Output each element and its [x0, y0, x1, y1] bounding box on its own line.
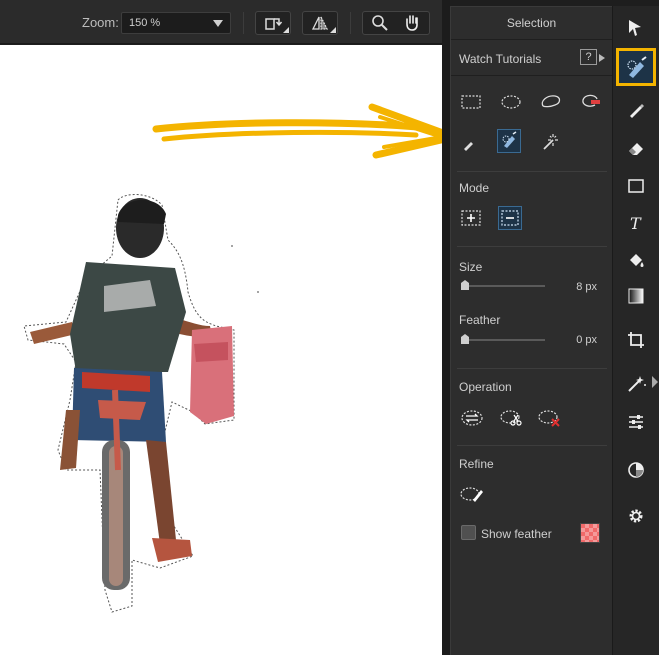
section-divider: [457, 246, 607, 247]
toolbar-divider: [350, 12, 351, 34]
smart-brush-icon: [502, 131, 517, 148]
zoom-value: 150 %: [129, 17, 161, 29]
section-divider: [457, 368, 607, 369]
rotate-button[interactable]: [255, 11, 291, 35]
selection-tools: [451, 87, 613, 177]
feather-value: 0 px: [576, 334, 597, 346]
tool-eraser[interactable]: [619, 134, 653, 162]
tool-color[interactable]: [619, 456, 653, 484]
watch-tutorials-label: Watch Tutorials: [459, 52, 542, 66]
expand-panel-arrow-icon[interactable]: [652, 376, 658, 388]
smart-brush-selected[interactable]: [497, 129, 521, 153]
tool-strip: T: [612, 6, 659, 655]
zoom-label: Zoom:: [82, 15, 119, 30]
adjust-icon: [629, 415, 643, 429]
selection-panel: Selection Watch Tutorials ? Mode Size 8 …: [450, 6, 612, 655]
feather-color-swatch[interactable]: [580, 523, 600, 543]
panel-title: Selection: [451, 7, 612, 40]
chevron-down-icon: [213, 20, 223, 27]
tool-magic[interactable]: [619, 370, 653, 398]
color-icon: [628, 462, 644, 478]
tool-pointer[interactable]: [619, 14, 653, 42]
size-value: 8 px: [576, 281, 597, 293]
rectangle-select-icon[interactable]: [461, 94, 481, 110]
rotate-icon: [265, 18, 282, 30]
flip-icon: [311, 16, 329, 30]
eraser-icon: [629, 143, 643, 155]
zoom-select[interactable]: 150 %: [121, 12, 231, 34]
size-slider[interactable]: [463, 285, 545, 287]
mode-label: Mode: [459, 181, 490, 195]
pan-hand-icon[interactable]: [403, 14, 421, 32]
operation-label: Operation: [459, 380, 512, 394]
tool-crop[interactable]: [619, 326, 653, 354]
text-icon: T: [630, 214, 642, 232]
pen-select-icon[interactable]: [461, 136, 477, 152]
photo-editor-window: Zoom: 150 % Selection Watch Tutorials ? …: [0, 0, 659, 655]
pointer-icon: [629, 20, 641, 36]
gradient-icon: [628, 288, 644, 304]
smart-brush-icon: [627, 56, 647, 78]
zoom-tool-icon[interactable]: [371, 15, 389, 31]
lasso-icon[interactable]: [539, 93, 563, 111]
tool-text[interactable]: T: [619, 209, 653, 237]
section-divider: [457, 445, 607, 446]
tool-rectangle[interactable]: [619, 172, 653, 200]
play-arrow-icon: [599, 54, 605, 62]
subtract-select-icon[interactable]: [579, 93, 601, 111]
refine-edge-icon[interactable]: [460, 485, 484, 503]
crop-icon: [628, 332, 644, 348]
add-mode-icon[interactable]: [461, 209, 481, 227]
zoom-pan-group: [362, 11, 430, 35]
refine-label: Refine: [459, 457, 494, 471]
invert-selection-icon[interactable]: [460, 409, 484, 427]
dropdown-corner-icon: [283, 27, 289, 33]
tool-brush[interactable]: [619, 96, 653, 124]
delete-selection-icon[interactable]: [537, 409, 563, 427]
size-slider-thumb[interactable]: [461, 280, 469, 290]
feather-slider[interactable]: [463, 339, 545, 341]
tool-adjust[interactable]: [619, 408, 653, 436]
feather-slider-thumb[interactable]: [461, 334, 469, 344]
watch-tutorials-row[interactable]: Watch Tutorials ?: [451, 40, 612, 76]
toolbar-divider: [243, 12, 244, 34]
tool-fill[interactable]: [619, 247, 653, 275]
magic-wand-icon[interactable]: [541, 133, 559, 151]
subtract-mode-selected[interactable]: [498, 206, 522, 230]
tool-gradient[interactable]: [619, 282, 653, 310]
cut-selection-icon[interactable]: [499, 409, 523, 427]
yellow-arrow-annotation: [152, 103, 458, 159]
show-feather-label: Show feather: [481, 527, 552, 541]
top-toolbar: Zoom: 150 %: [0, 0, 442, 44]
settings-icon: [629, 509, 643, 523]
dropdown-corner-icon: [330, 27, 336, 33]
help-icon[interactable]: ?: [580, 49, 597, 65]
magic-icon: [628, 376, 646, 392]
flip-button[interactable]: [302, 11, 338, 35]
panel-divider: [442, 0, 450, 655]
rectangle-icon: [628, 179, 644, 193]
tool-settings[interactable]: [619, 502, 653, 530]
svg-text:T: T: [630, 214, 642, 232]
show-feather-checkbox[interactable]: [461, 525, 476, 540]
brush-icon: [630, 104, 644, 118]
size-label: Size: [459, 260, 483, 274]
tool-smart-brush[interactable]: [616, 48, 656, 86]
feather-label: Feather: [459, 313, 501, 327]
ellipse-select-icon[interactable]: [500, 94, 522, 110]
subtract-mode-icon: [501, 210, 519, 226]
section-divider: [457, 171, 607, 172]
fill-icon: [630, 254, 644, 267]
